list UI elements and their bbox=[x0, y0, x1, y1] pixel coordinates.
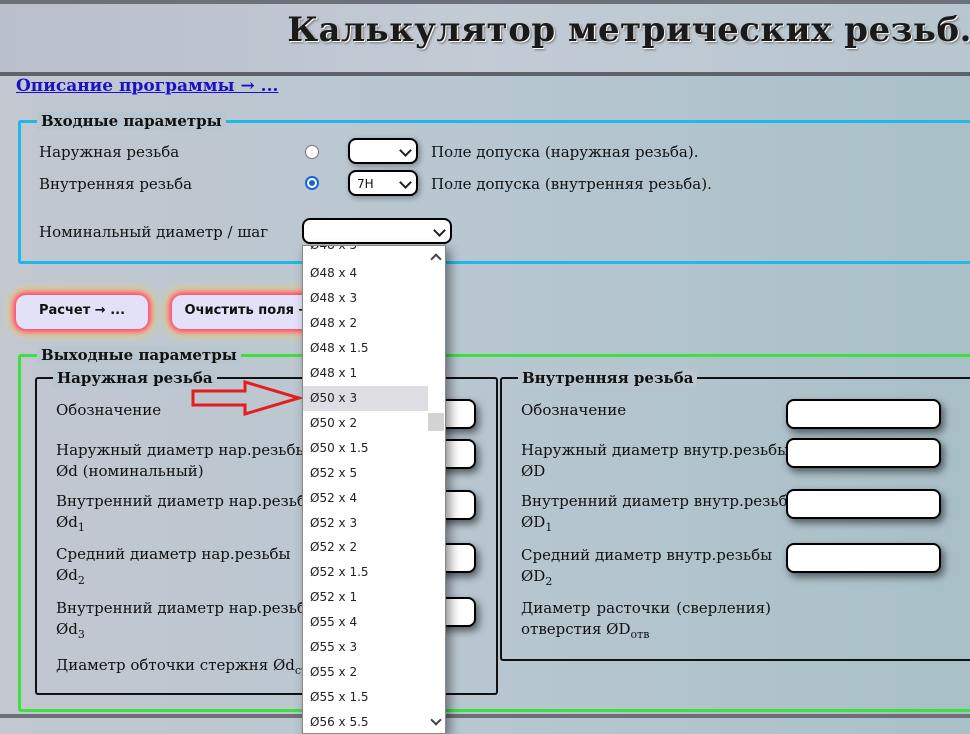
dropdown-option[interactable]: Ø50 x 2 bbox=[303, 411, 434, 436]
dropdown-option[interactable]: Ø48 x 4 bbox=[303, 261, 434, 286]
ext-outer-diameter-label: Наружный диаметр нар.резьбы bbox=[56, 441, 308, 459]
dropdown-scrollbar[interactable] bbox=[428, 246, 445, 733]
int-designation-field[interactable] bbox=[786, 399, 941, 429]
clear-fields-button[interactable]: Очистить поля → bbox=[172, 295, 322, 329]
page-title: Калькулятор метрических резьб. bbox=[287, 10, 970, 50]
dropdown-option[interactable]: Ø55 x 2 bbox=[303, 660, 434, 685]
dropdown-option[interactable]: Ø48 x 2 bbox=[303, 311, 434, 336]
chevron-down-icon bbox=[399, 144, 412, 157]
chevron-down-icon bbox=[399, 176, 412, 189]
nominal-diameter-select[interactable] bbox=[302, 218, 452, 244]
dropdown-option[interactable]: Ø50 x 1.5 bbox=[303, 436, 434, 461]
dropdown-option[interactable]: Ø55 x 3 bbox=[303, 635, 434, 660]
ext-inner3-diameter-label: Внутренний диаметр нар.резьбы bbox=[56, 599, 318, 617]
external-tolerance-select[interactable] bbox=[348, 138, 418, 164]
external-thread-label: Наружная резьба bbox=[39, 143, 180, 161]
description-link[interactable]: Описание программы → ... bbox=[16, 76, 278, 96]
chevron-down-icon bbox=[433, 224, 446, 237]
dropdown-option[interactable]: Ø52 x 4 bbox=[303, 486, 434, 511]
ext-inner3-diameter-symbol: Ød3 bbox=[56, 620, 85, 641]
ext-mid-diameter-label: Средний диаметр нар.резьбы bbox=[56, 545, 291, 563]
calculate-button[interactable]: Расчет → ... bbox=[16, 295, 148, 329]
ext-rod-diameter-label: Диаметр обточки стержня Ødст bbox=[56, 656, 307, 677]
dropdown-option[interactable]: Ø56 x 5.5 bbox=[303, 710, 434, 733]
dropdown-option[interactable]: Ø55 x 1.5 bbox=[303, 685, 434, 710]
dropdown-option[interactable]: Ø52 x 3 bbox=[303, 511, 434, 536]
internal-tolerance-label: Поле допуска (внутренняя резьба). bbox=[431, 175, 712, 193]
ext-inner-diameter-symbol: Ød1 bbox=[56, 513, 85, 534]
int-inner-diameter-label: Внутренний диаметр внутр.резьбы bbox=[521, 492, 800, 510]
int-designation-label: Обозначение bbox=[521, 401, 627, 419]
int-outer-diameter-field[interactable] bbox=[786, 438, 941, 468]
int-outer-diameter-symbol: ØD bbox=[521, 462, 546, 480]
scroll-up-icon[interactable] bbox=[430, 253, 442, 265]
footer-line bbox=[0, 714, 970, 718]
diameter-dropdown-list[interactable]: Ø48 x 5 Ø48 x 4 Ø48 x 3 Ø48 x 2 Ø48 x 1.5 Ø4… bbox=[302, 245, 446, 734]
dropdown-option[interactable]: Ø48 x 1 bbox=[303, 361, 434, 386]
internal-thread-label: Внутренняя резьба bbox=[39, 175, 193, 193]
int-mid-diameter-label: Средний диаметр внутр.резьбы bbox=[521, 546, 773, 564]
dropdown-option-highlighted[interactable]: Ø50 x 3 bbox=[303, 385, 434, 411]
nominal-diameter-label: Номинальный диаметр / шаг bbox=[39, 223, 269, 241]
external-thread-radio[interactable] bbox=[305, 145, 319, 159]
ext-mid-diameter-symbol: Ød2 bbox=[56, 566, 85, 587]
int-inner-diameter-symbol: ØD1 bbox=[521, 513, 553, 534]
dropdown-option[interactable]: Ø48 x 1.5 bbox=[303, 336, 434, 361]
red-arrow-icon bbox=[191, 380, 303, 416]
input-legend: Входные параметры bbox=[37, 112, 226, 130]
internal-thread-radio[interactable] bbox=[305, 176, 319, 190]
int-mid-diameter-symbol: ØD2 bbox=[521, 567, 553, 588]
int-mid-diameter-field[interactable] bbox=[786, 543, 941, 573]
external-tolerance-label: Поле допуска (наружная резьба). bbox=[431, 143, 699, 161]
dropdown-option[interactable]: Ø52 x 1.5 bbox=[303, 560, 434, 585]
int-hole-diameter-symbol: отверстия ØDотв bbox=[521, 620, 650, 641]
int-inner-diameter-field[interactable] bbox=[786, 489, 941, 519]
dropdown-option[interactable]: Ø48 x 3 bbox=[303, 286, 434, 311]
dropdown-option[interactable]: Ø52 x 1 bbox=[303, 585, 434, 610]
internal-output-legend: Внутренняя резьба bbox=[518, 369, 698, 387]
dropdown-option[interactable]: Ø52 x 5 bbox=[303, 461, 434, 486]
scroll-down-icon[interactable] bbox=[430, 714, 442, 726]
dropdown-option[interactable]: Ø52 x 2 bbox=[303, 535, 434, 560]
ext-designation-label: Обозначение bbox=[56, 401, 162, 419]
scrollbar-thumb[interactable] bbox=[428, 413, 444, 431]
internal-tolerance-select[interactable]: 7H bbox=[348, 170, 418, 196]
dropdown-option[interactable]: Ø48 x 5 bbox=[303, 246, 434, 258]
ext-inner-diameter-label: Внутренний диаметр нар.резьбы bbox=[56, 492, 318, 510]
int-hole-diameter-label: Диаметр расточки (сверления) bbox=[521, 599, 771, 617]
output-legend: Выходные параметры bbox=[37, 346, 241, 364]
int-outer-diameter-label: Наружный диаметр внутр.резьбы bbox=[521, 441, 790, 459]
ext-outer-diameter-symbol: Ød (номинальный) bbox=[56, 462, 204, 480]
dropdown-option[interactable]: Ø55 x 4 bbox=[303, 610, 434, 635]
